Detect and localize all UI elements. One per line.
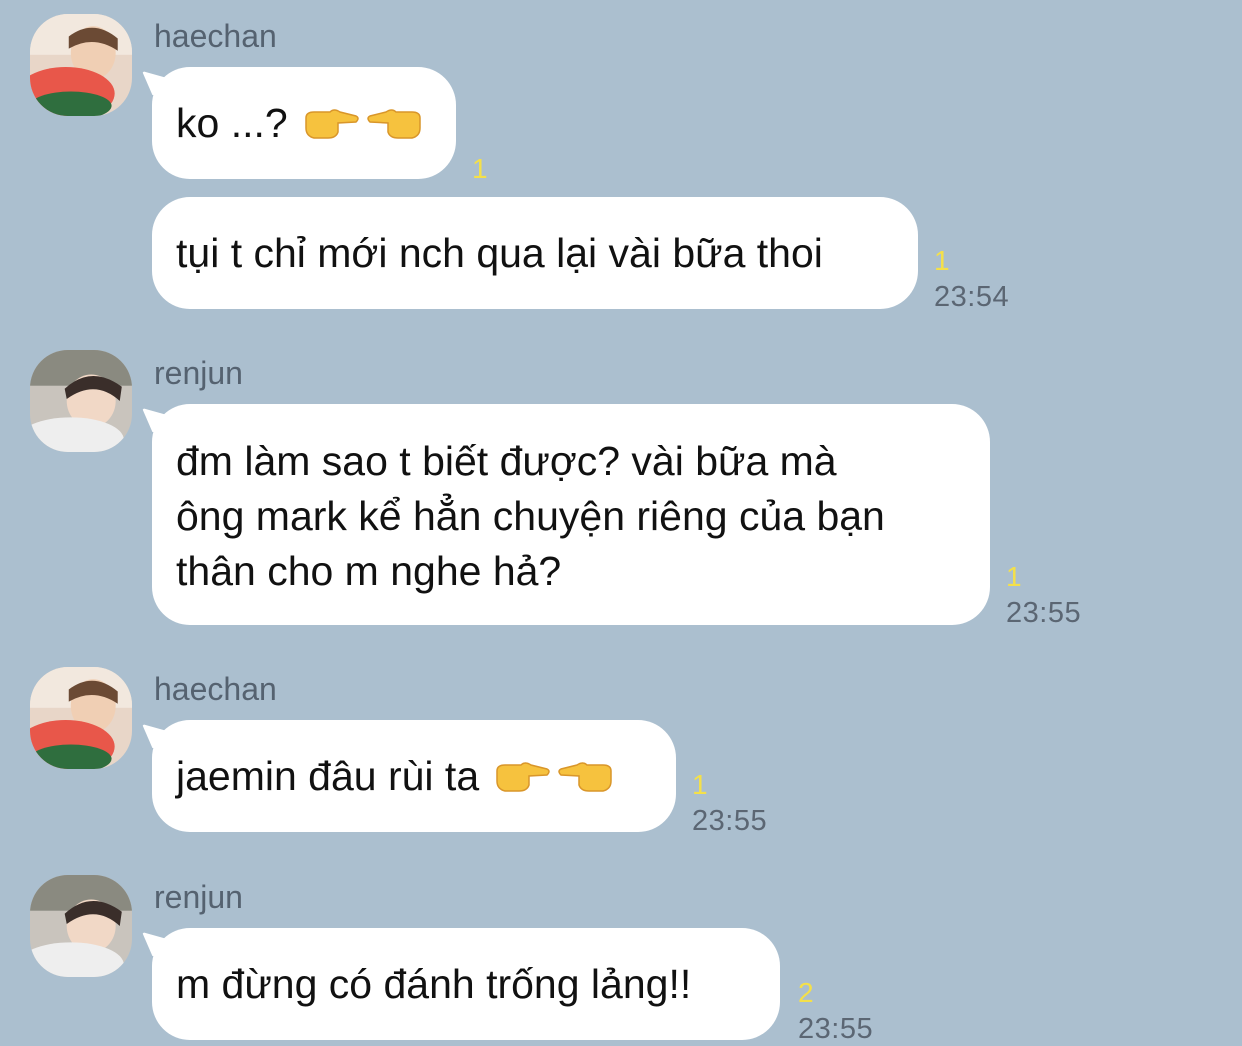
message-time: 23:55 xyxy=(798,1013,874,1045)
message-bubble[interactable]: đm làm sao t biết được? vài bữa mà ông m… xyxy=(152,404,990,625)
message-time: 23:55 xyxy=(692,805,768,837)
renjun-photo xyxy=(30,875,132,977)
unread-count: 2 xyxy=(798,977,814,1008)
message-line: ông mark kể hẳn chuyện riêng của bạn xyxy=(176,493,885,539)
sender-name: haechan xyxy=(154,671,277,707)
backhand-index-pointing-right-icon xyxy=(496,762,550,792)
message-meta: 1 23:54 xyxy=(934,245,1010,313)
message-bubble[interactable]: m đừng có đánh trống lảng!! xyxy=(152,928,780,1040)
emoji-group xyxy=(302,106,424,140)
message-bubble[interactable]: ko ...? xyxy=(152,67,456,179)
message-line: đm làm sao t biết được? vài bữa mà xyxy=(176,438,837,484)
emoji-group xyxy=(493,759,615,793)
backhand-index-pointing-left-icon xyxy=(366,109,421,139)
message-line: thân cho m nghe hả? xyxy=(176,548,562,594)
backhand-index-pointing-left-icon xyxy=(558,762,612,792)
avatar-haechan[interactable] xyxy=(30,14,132,116)
unread-count: 1 xyxy=(1006,561,1022,592)
message-meta: 1 23:55 xyxy=(1006,561,1082,629)
message-meta: 1 xyxy=(472,154,488,184)
message-text: tụi t chỉ mới nch qua lại vài bữa thoi xyxy=(176,229,823,276)
sender-name: renjun xyxy=(154,355,243,391)
avatar-renjun[interactable] xyxy=(30,350,132,452)
renjun-photo xyxy=(30,350,132,452)
message-meta: 1 23:55 xyxy=(692,769,768,837)
message-meta: 2 23:55 xyxy=(798,977,874,1045)
sender-name: haechan xyxy=(154,18,277,54)
unread-count: 1 xyxy=(472,153,488,184)
message-bubble[interactable]: jaemin đâu rùi ta xyxy=(152,720,676,832)
sender-name: renjun xyxy=(154,879,243,915)
haechan-photo xyxy=(30,14,132,116)
avatar-haechan[interactable] xyxy=(30,667,132,769)
avatar-renjun[interactable] xyxy=(30,875,132,977)
haechan-photo xyxy=(30,667,132,769)
message-time: 23:55 xyxy=(1006,597,1082,629)
message-text: m đừng có đánh trống lảng!! xyxy=(176,960,692,1007)
message-text: jaemin đâu rùi ta xyxy=(176,752,480,799)
unread-count: 1 xyxy=(692,769,708,800)
unread-count: 1 xyxy=(934,245,950,276)
message-time: 23:54 xyxy=(934,281,1010,313)
message-text: ko ...? xyxy=(176,99,288,146)
message-bubble[interactable]: tụi t chỉ mới nch qua lại vài bữa thoi xyxy=(152,197,918,309)
backhand-index-pointing-right-icon xyxy=(304,109,359,139)
message-text: đm làm sao t biết được? vài bữa mà ông m… xyxy=(176,434,885,599)
